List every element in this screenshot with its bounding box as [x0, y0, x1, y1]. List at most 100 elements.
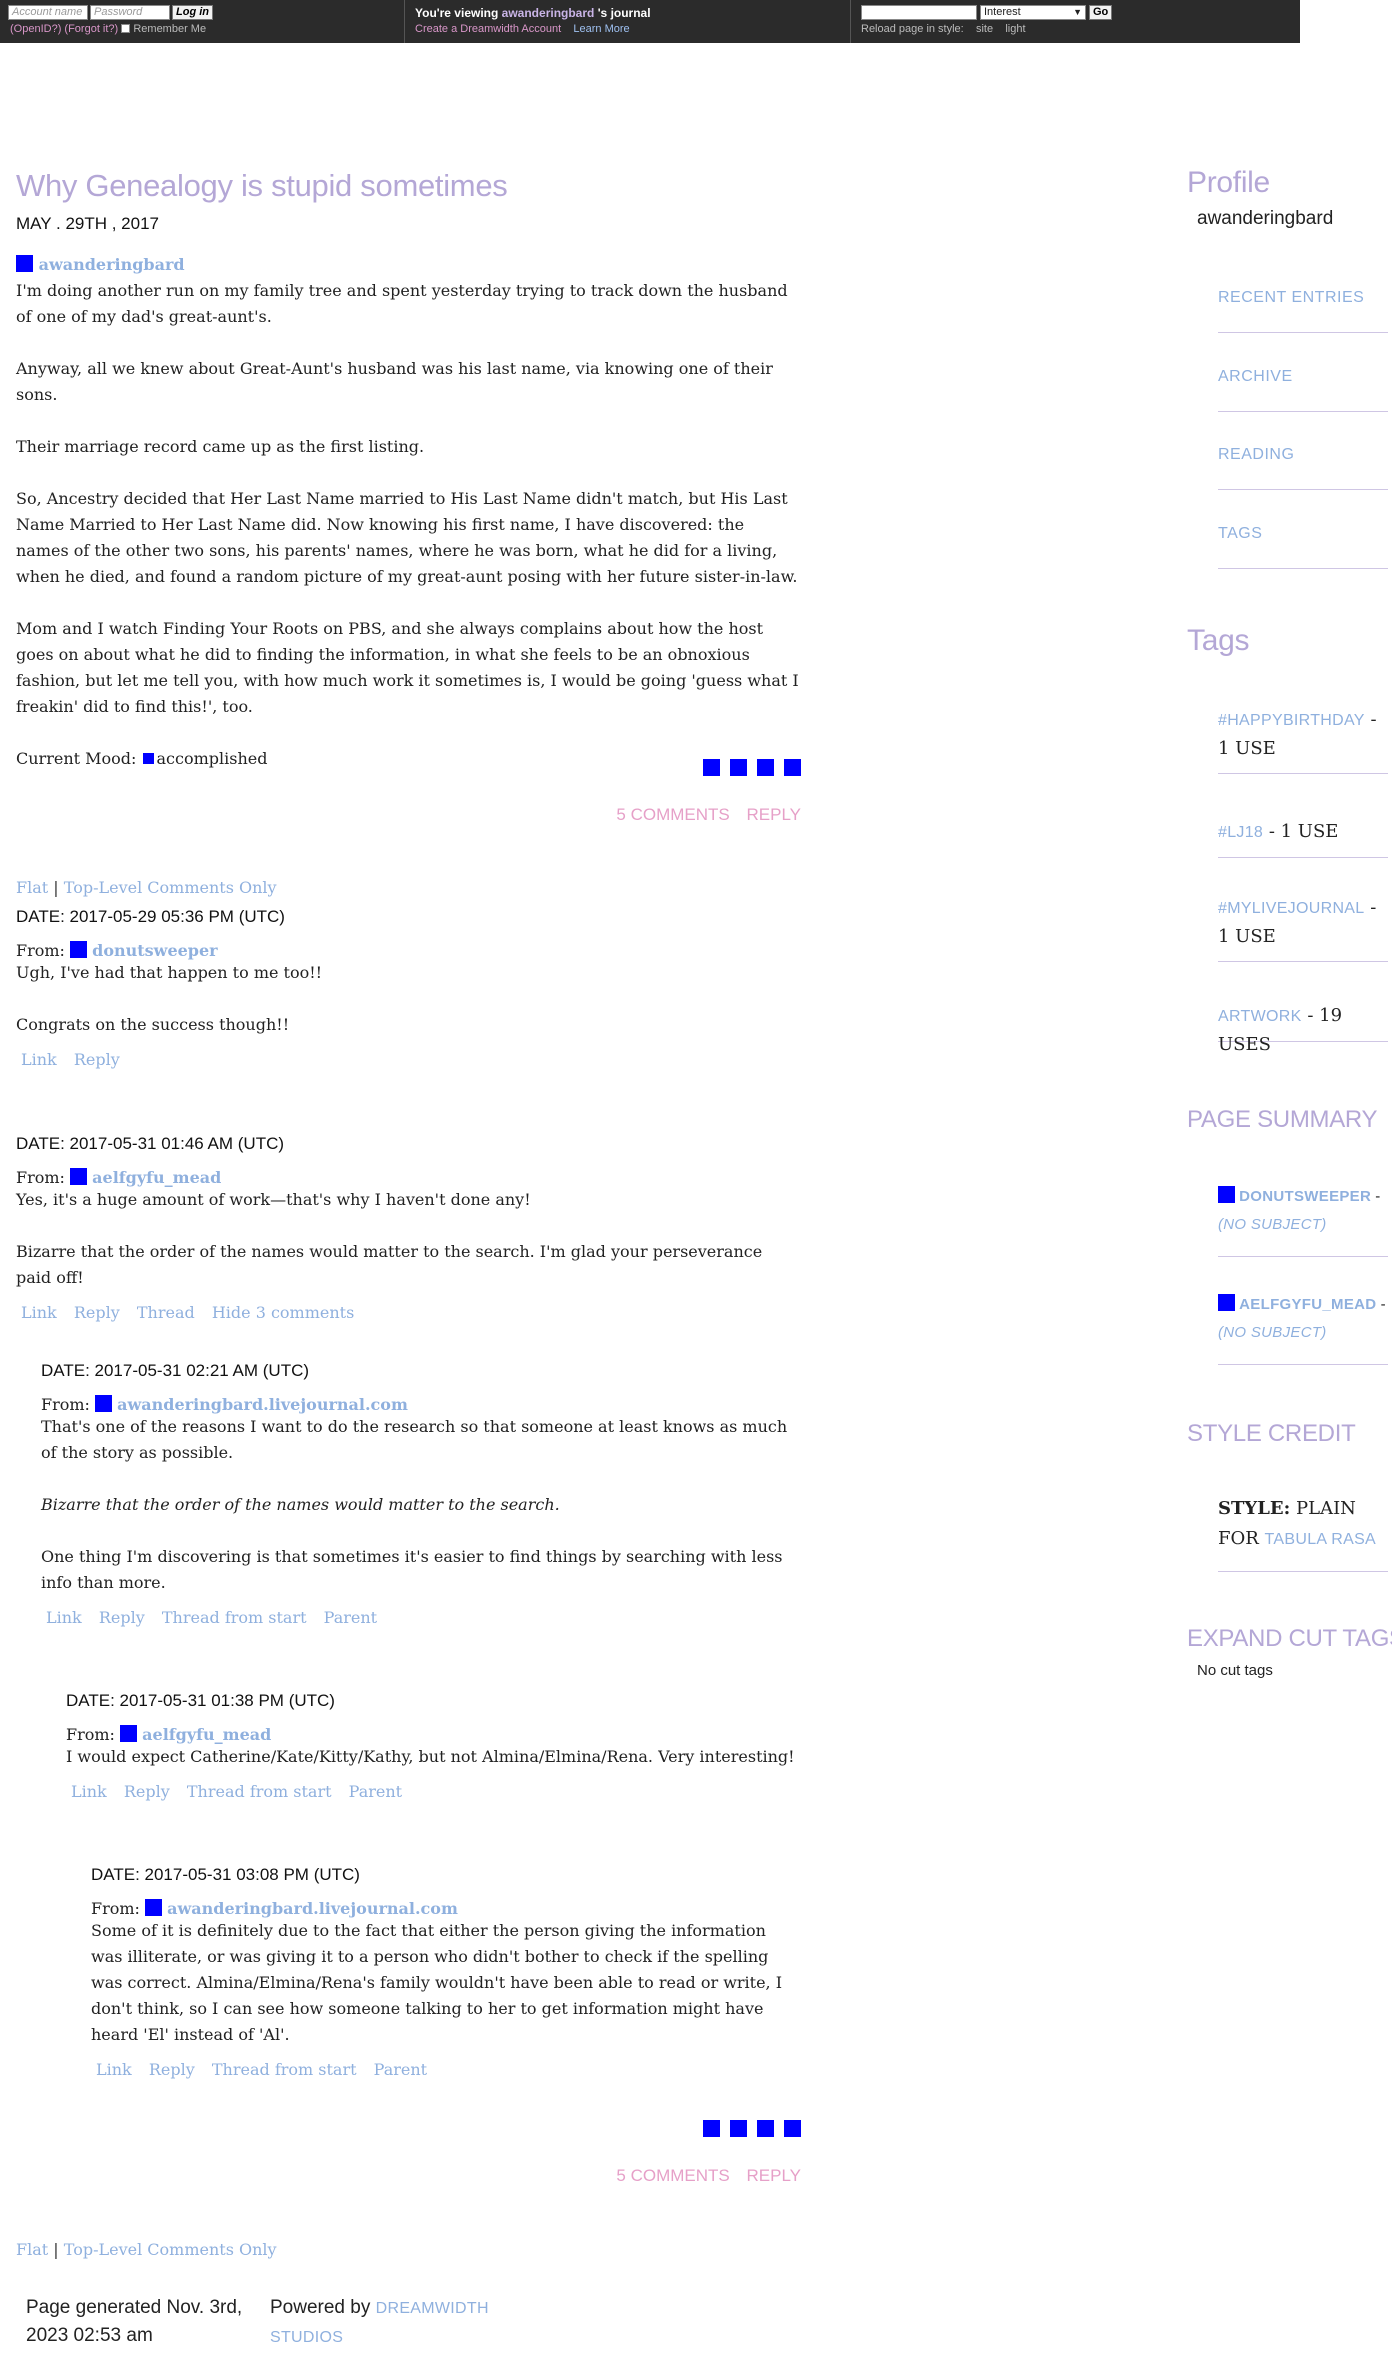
comment-date: DATE: 2017-05-31 01:38 PM (UTC)	[66, 1691, 335, 1710]
comment-user-link[interactable]: aelfgyfu_mead	[92, 1168, 221, 1187]
tabula-rasa-link[interactable]: TABULA RASA	[1265, 1531, 1377, 1548]
comment-link-action[interactable]: Link	[21, 1050, 57, 1069]
comment-reply-action[interactable]: Reply	[99, 1608, 145, 1627]
comment-link-action[interactable]: Link	[21, 1303, 57, 1322]
share-icons	[693, 759, 801, 776]
reply-link[interactable]: REPLY	[747, 2166, 802, 2185]
entry-paragraph: So, Ancestry decided that Her Last Name …	[16, 489, 798, 586]
comment-view-links: Flat | Top-Level Comments Only	[16, 878, 277, 897]
entry-footer-links: 5 COMMENTS REPLY	[604, 2166, 801, 2186]
entry-poster[interactable]: awanderingbard	[16, 255, 185, 274]
poster-username[interactable]: awanderingbard	[39, 255, 185, 274]
comment-body: That's one of the reasons I want to do t…	[41, 1414, 796, 1596]
tags-heading: Tags	[1187, 624, 1250, 657]
from-label: From:	[16, 1168, 65, 1187]
comment-user-link[interactable]: donutsweeper	[92, 941, 217, 960]
comment-user-link[interactable]: aelfgyfu_mead	[142, 1725, 271, 1744]
learn-more-link[interactable]: Learn More	[573, 23, 629, 35]
flat-view-link[interactable]: Flat	[16, 2240, 48, 2259]
summary-item: DONUTSWEEPER - (NO SUBJECT)	[1218, 1183, 1388, 1257]
comment-actions: Link Reply Thread from start Parent	[91, 2060, 801, 2079]
login-button[interactable]: Log in	[172, 5, 213, 20]
flat-view-link[interactable]: Flat	[16, 878, 48, 897]
parent-action[interactable]: Parent	[374, 2060, 427, 2079]
comment-reply-action[interactable]: Reply	[74, 1050, 120, 1069]
comment-reply-action[interactable]: Reply	[74, 1303, 120, 1322]
search-input[interactable]	[861, 5, 977, 20]
top-level-comments-link[interactable]: Top-Level Comments Only	[64, 878, 277, 897]
reply-link[interactable]: REPLY	[747, 805, 802, 824]
share-icon[interactable]	[730, 759, 747, 776]
comment-user-link[interactable]: awanderingbard.livejournal.com	[117, 1395, 408, 1414]
viewing-section: You're viewing awanderingbard 's journal…	[406, 0, 851, 43]
forgot-password-link[interactable]: (Forgot it?)	[64, 23, 118, 35]
password-input[interactable]: Password	[90, 5, 170, 20]
comment-from: From: awanderingbard.livejournal.com	[91, 1899, 801, 1918]
comment-body: I would expect Catherine/Kate/Kitty/Kath…	[66, 1744, 796, 1770]
nav-reading[interactable]: READING	[1218, 446, 1388, 490]
share-icon[interactable]	[757, 2120, 774, 2137]
remember-me-checkbox[interactable]	[121, 24, 131, 33]
comment-user-link[interactable]: awanderingbard.livejournal.com	[167, 1899, 458, 1918]
hide-comments-action[interactable]: Hide 3 comments	[212, 1303, 354, 1322]
entry-title[interactable]: Why Genealogy is stupid sometimes	[16, 168, 508, 204]
comment-from: From: awanderingbard.livejournal.com	[41, 1395, 796, 1414]
summary-user-link[interactable]: DONUTSWEEPER	[1239, 1188, 1371, 1205]
chevron-down-icon: ▼	[1073, 7, 1082, 17]
comment-date: DATE: 2017-05-31 01:46 AM (UTC)	[16, 1134, 285, 1153]
comments-link[interactable]: 5 COMMENTS	[616, 2166, 729, 2185]
share-icon[interactable]	[784, 759, 801, 776]
tag-link[interactable]: ARTWORK	[1218, 1008, 1302, 1025]
summary-subject-link[interactable]: (NO SUBJECT)	[1218, 1216, 1327, 1233]
account-name-input[interactable]: Account name	[8, 5, 88, 20]
comment-thread-action[interactable]: Thread	[137, 1303, 195, 1322]
comment-link-action[interactable]: Link	[71, 1782, 107, 1801]
tag-link[interactable]: #HAPPYBIRTHDAY	[1218, 712, 1365, 729]
top-level-comments-link[interactable]: Top-Level Comments Only	[64, 2240, 277, 2259]
nav-archive[interactable]: ARCHIVE	[1218, 368, 1388, 412]
profile-username[interactable]: awanderingbard	[1197, 208, 1333, 230]
parent-action[interactable]: Parent	[324, 1608, 377, 1627]
comment-link-action[interactable]: Link	[46, 1608, 82, 1627]
search-go-button[interactable]: Go	[1089, 5, 1113, 20]
separator: |	[53, 878, 59, 897]
parent-action[interactable]: Parent	[349, 1782, 402, 1801]
share-icon[interactable]	[784, 2120, 801, 2137]
comment-reply-action[interactable]: Reply	[124, 1782, 170, 1801]
comment-body: Ugh, I've had that happen to me too!! Co…	[16, 960, 796, 1038]
share-icon[interactable]	[703, 2120, 720, 2137]
tag-link[interactable]: #MYLIVEJOURNAL	[1218, 900, 1364, 917]
summary-subject-link[interactable]: (NO SUBJECT)	[1218, 1324, 1327, 1341]
comment-date: DATE: 2017-05-31 03:08 PM (UTC)	[91, 1865, 360, 1884]
comments-link[interactable]: 5 COMMENTS	[616, 805, 729, 824]
summary-user-link[interactable]: AELFGYFU_MEAD	[1239, 1296, 1376, 1313]
share-icon[interactable]	[730, 2120, 747, 2137]
comment: DATE: 2017-05-31 01:38 PM (UTC) From: ae…	[66, 1691, 796, 1801]
share-icon[interactable]	[757, 759, 774, 776]
comment-paragraph: Some of it is definitely due to the fact…	[91, 1921, 783, 2044]
thread-from-start-action[interactable]: Thread from start	[187, 1782, 332, 1801]
share-icon[interactable]	[703, 759, 720, 776]
openid-link[interactable]: (OpenID?)	[10, 23, 61, 35]
comment-paragraph: That's one of the reasons I want to do t…	[41, 1417, 788, 1462]
nav-tags[interactable]: TAGS	[1218, 525, 1388, 569]
comment-reply-action[interactable]: Reply	[149, 2060, 195, 2079]
thread-from-start-action[interactable]: Thread from start	[162, 1608, 307, 1627]
comment-paragraph: Congrats on the success though!!	[16, 1015, 290, 1034]
comment: DATE: 2017-05-31 03:08 PM (UTC) From: aw…	[91, 1865, 801, 2079]
style-site-link[interactable]: site	[976, 23, 993, 35]
share-icons	[693, 2120, 801, 2137]
remember-me-label: Remember Me	[133, 23, 207, 35]
from-label: From:	[91, 1899, 140, 1918]
tag-link[interactable]: #LJ18	[1218, 824, 1263, 841]
nav-recent-entries[interactable]: RECENT ENTRIES	[1218, 289, 1388, 333]
search-type-select[interactable]: Interest ▼	[980, 5, 1086, 20]
viewing-user-link[interactable]: awanderingbard	[502, 6, 595, 20]
comment-actions: Link Reply Thread from start Parent	[41, 1608, 796, 1627]
create-account-link[interactable]: Create a Dreamwidth Account	[415, 23, 561, 35]
thread-from-start-action[interactable]: Thread from start	[212, 2060, 357, 2079]
comment-link-action[interactable]: Link	[96, 2060, 132, 2079]
style-light-link[interactable]: light	[1005, 23, 1025, 35]
comment-body: Some of it is definitely due to the fact…	[91, 1918, 801, 2048]
summary-item: AELFGYFU_MEAD - (NO SUBJECT)	[1218, 1291, 1388, 1365]
